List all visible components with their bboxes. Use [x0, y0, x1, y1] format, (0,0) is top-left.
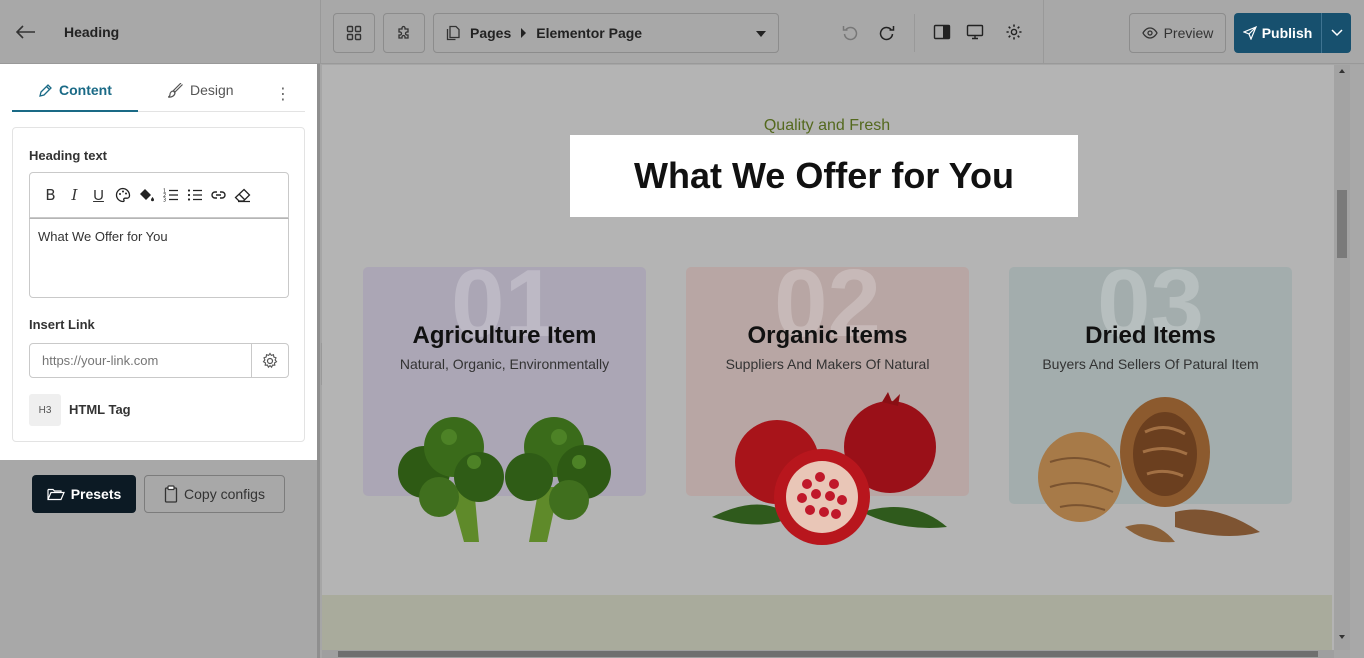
- editor-topbar: Heading Pages Elementor Page Preview Pub…: [0, 0, 1364, 64]
- puzzle-icon: [398, 25, 409, 39]
- rich-text-toolbar: B I U 123: [29, 172, 289, 218]
- eraser-icon[interactable]: [234, 187, 251, 204]
- link-icon[interactable]: [210, 187, 227, 204]
- toolbar-divider: [914, 14, 915, 52]
- active-tab-indicator: [12, 110, 138, 112]
- html-tag-label: HTML Tag: [69, 402, 131, 417]
- publish-button-group: Publish: [1234, 13, 1351, 53]
- html-tag-badge[interactable]: H3: [29, 394, 61, 426]
- pencil-icon: [39, 83, 52, 97]
- bold-icon[interactable]: B: [42, 186, 59, 204]
- pages-icon: [446, 25, 460, 41]
- ordered-list-icon[interactable]: 123: [162, 187, 179, 204]
- widgets-grid-button[interactable]: [333, 13, 375, 53]
- desktop-icon[interactable]: [965, 22, 985, 42]
- gear-icon: [262, 352, 278, 368]
- italic-icon[interactable]: I: [66, 186, 83, 204]
- canvas-right-gutter: [1350, 65, 1364, 658]
- underline-icon[interactable]: U: [90, 187, 107, 204]
- insert-link-label: Insert Link: [29, 317, 95, 332]
- eye-icon: [1141, 27, 1158, 39]
- folder-open-icon: [47, 488, 65, 501]
- scrollbar-thumb[interactable]: [1337, 190, 1347, 258]
- clipboard-icon: [164, 485, 178, 503]
- publish-options-button[interactable]: [1322, 29, 1351, 37]
- presets-button[interactable]: Presets: [32, 475, 136, 513]
- tab-design[interactable]: Design: [168, 82, 234, 98]
- tab-content-label: Content: [59, 82, 112, 98]
- canvas-horizontal-scrollbar[interactable]: [322, 650, 1334, 658]
- copy-configs-button[interactable]: Copy configs: [144, 475, 285, 513]
- panel-tabs: Content Design ⋮: [12, 76, 305, 112]
- offer-item-subtitle: Natural, Organic, Environmentally: [399, 356, 610, 372]
- preview-label: Preview: [1163, 25, 1214, 41]
- chevron-down-icon: [1330, 29, 1343, 37]
- offer-item-subtitle: Suppliers And Makers Of Natural: [725, 356, 930, 372]
- pomegranate-image: [712, 392, 947, 545]
- offer-item-subtitle: Buyers And Sellers Of Patural Item: [1042, 356, 1259, 372]
- toolbar-divider: [320, 0, 321, 64]
- grid-icon: [346, 25, 362, 41]
- redo-icon[interactable]: [876, 22, 896, 42]
- offer-item-title: Dried Items: [1085, 322, 1216, 349]
- breadcrumb-separator-icon: [521, 28, 527, 38]
- heading-text-label: Heading text: [29, 148, 108, 163]
- publish-label: Publish: [1261, 25, 1313, 41]
- tab-design-label: Design: [190, 82, 234, 98]
- breadcrumb-current-page: Elementor Page: [536, 25, 643, 41]
- bullet-list-icon[interactable]: [186, 187, 203, 204]
- heading-text-editor[interactable]: What We Offer for You: [29, 218, 289, 298]
- next-section-preview: [322, 595, 1332, 650]
- link-options-button[interactable]: [251, 343, 289, 378]
- more-options-icon[interactable]: ⋮: [275, 84, 291, 104]
- heading-settings-card: Heading text B I U 123 What We Offer for…: [12, 127, 305, 442]
- chevron-down-icon: [756, 31, 766, 37]
- preview-button[interactable]: Preview: [1129, 13, 1226, 53]
- palette-icon[interactable]: [114, 187, 131, 204]
- canvas-vertical-scrollbar[interactable]: [1334, 65, 1350, 650]
- offer-item-title: Agriculture Item: [412, 322, 597, 349]
- publish-button[interactable]: Publish: [1234, 13, 1322, 53]
- panel-content-area: Content Design ⋮ Heading text B I U 1 2 …: [0, 64, 317, 460]
- scroll-down-icon[interactable]: [1339, 635, 1345, 639]
- scroll-up-icon[interactable]: [1339, 69, 1345, 73]
- breadcrumb-pages: Pages: [470, 25, 512, 41]
- selected-heading-widget[interactable]: What We Offer for You: [570, 135, 1078, 217]
- svg-text:3: 3: [163, 198, 166, 203]
- structure-button[interactable]: [383, 13, 425, 53]
- broccoli-image: [398, 417, 611, 542]
- toolbar-divider: [1043, 0, 1044, 64]
- send-icon: [1242, 26, 1257, 40]
- undo-icon[interactable]: [840, 22, 860, 42]
- sidebar-toggle-icon[interactable]: [932, 22, 952, 42]
- link-url-input[interactable]: [29, 343, 252, 378]
- paint-bucket-icon[interactable]: [138, 187, 155, 204]
- brush-icon: [168, 82, 183, 98]
- page-selector[interactable]: Pages Elementor Page: [433, 13, 779, 53]
- panel-title: Heading: [64, 24, 120, 40]
- scrollbar-thumb[interactable]: [338, 651, 1318, 657]
- editor-panel: Content Design ⋮ Heading text B I U 1 2 …: [0, 64, 320, 658]
- presets-label: Presets: [70, 486, 122, 502]
- section-eyebrow[interactable]: Quality and Fresh: [322, 117, 1332, 135]
- gear-icon[interactable]: [1004, 22, 1024, 42]
- offer-item-title: Organic Items: [747, 322, 908, 349]
- walnut-image: [1038, 397, 1260, 543]
- copy-configs-label: Copy configs: [184, 486, 265, 502]
- page-preview-canvas: Quality and Fresh What We Offer for You …: [322, 65, 1334, 650]
- tab-content[interactable]: Content: [38, 82, 112, 98]
- back-arrow-icon[interactable]: [12, 20, 40, 44]
